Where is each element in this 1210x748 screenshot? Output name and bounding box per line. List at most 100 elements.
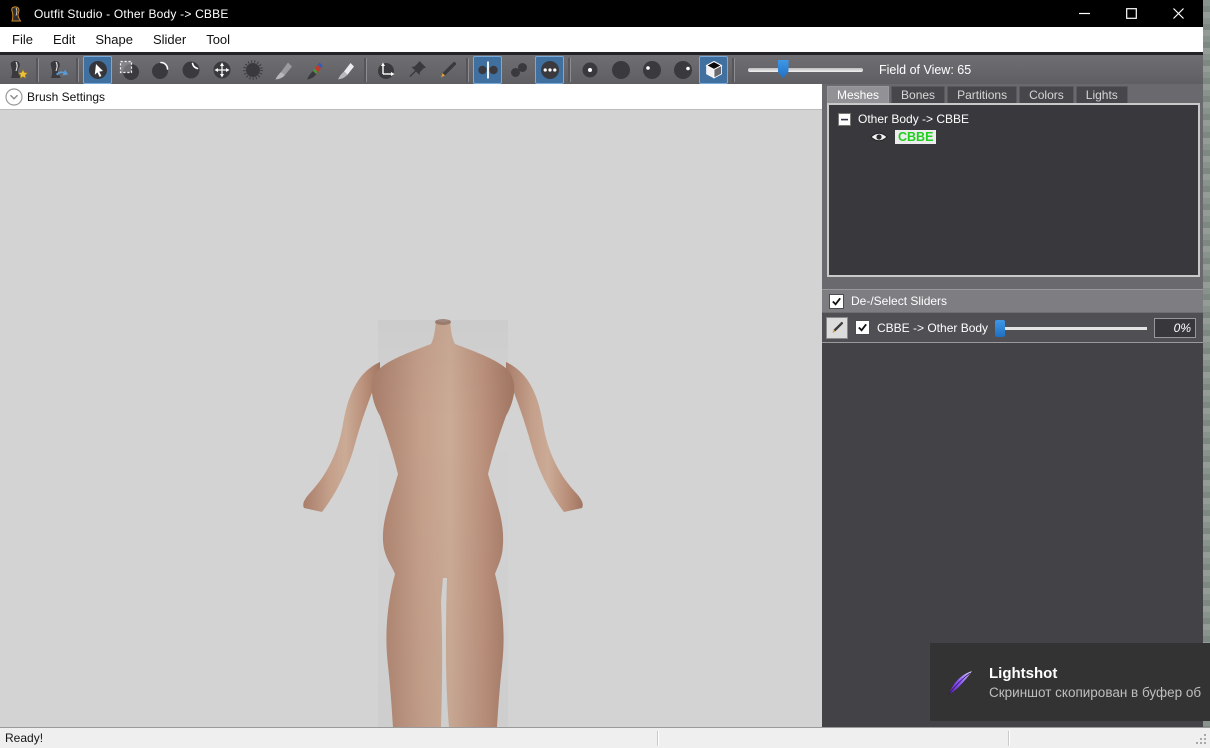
brush-offset-left-button[interactable]	[637, 56, 666, 84]
desktop-background-strip	[1203, 0, 1210, 727]
global-collision-icon	[539, 59, 561, 81]
slider-groove	[995, 327, 1147, 330]
perspective-toggle-button[interactable]	[699, 56, 728, 84]
edit-slider-button[interactable]	[826, 317, 848, 339]
tree-row-child[interactable]: CBBE	[870, 130, 1198, 144]
tree-child-label[interactable]: CBBE	[895, 130, 936, 144]
toolbar-separator	[466, 58, 469, 82]
brush-size-large-icon	[610, 59, 632, 81]
status-bar: Ready!	[0, 727, 1210, 748]
slider-name-label[interactable]: CBBE -> Other Body	[877, 321, 988, 335]
checkmark-icon	[831, 296, 842, 307]
global-collision-button[interactable]	[535, 56, 564, 84]
chevron-down-circle-icon[interactable]	[5, 88, 23, 106]
notification-message: Скриншот скопирован в буфер об	[989, 685, 1201, 700]
status-text: Ready!	[5, 731, 43, 745]
x-mirror-icon	[477, 59, 499, 81]
toolbar-separator	[568, 58, 571, 82]
deselect-sliders-checkbox[interactable]	[829, 294, 844, 309]
collapse-minus-icon[interactable]	[838, 113, 851, 126]
panel-gap	[822, 277, 1203, 289]
menu-shape[interactable]: Shape	[85, 27, 143, 52]
resize-grip[interactable]	[1195, 733, 1207, 745]
toolbar-separator	[36, 58, 39, 82]
tab-bones[interactable]: Bones	[891, 86, 945, 103]
body-mesh-render	[0, 110, 822, 727]
weight-brush-button[interactable]	[269, 56, 298, 84]
menu-file[interactable]: File	[2, 27, 43, 52]
new-project-button[interactable]	[3, 56, 32, 84]
window-title: Outfit Studio - Other Body -> CBBE	[34, 7, 229, 21]
menu-bar: FileEditShapeSliderTool	[0, 27, 1210, 52]
lightshot-notification[interactable]: Lightshot Скриншот скопирован в буфер об	[930, 643, 1210, 721]
right-panel: MeshesBonesPartitionsColorsLights Other …	[822, 84, 1203, 727]
connected-only-icon	[508, 59, 530, 81]
menu-slider[interactable]: Slider	[143, 27, 196, 52]
menu-tool[interactable]: Tool	[196, 27, 240, 52]
inflate-brush-button[interactable]	[145, 56, 174, 84]
brush-settings-header[interactable]: Brush Settings	[0, 84, 822, 110]
slider-value[interactable]: 0%	[1154, 318, 1196, 338]
connected-only-button[interactable]	[504, 56, 533, 84]
eye-visibility-icon[interactable]	[870, 131, 888, 143]
perspective-toggle-icon	[703, 59, 725, 81]
select-tool-icon	[87, 59, 109, 81]
load-project-icon	[47, 59, 69, 81]
vertex-edit-button[interactable]	[433, 56, 462, 84]
pivot-tool-button[interactable]	[402, 56, 431, 84]
pivot-tool-icon	[406, 59, 428, 81]
inflate-brush-icon	[149, 59, 171, 81]
pencil-icon	[830, 320, 845, 335]
slider-track[interactable]	[995, 319, 1147, 337]
smooth-brush-icon	[242, 59, 264, 81]
fov-group: Field of View: 65	[748, 60, 971, 80]
tab-lights[interactable]: Lights	[1076, 86, 1128, 103]
outfit-studio-window: Outfit Studio - Other Body -> CBBE FileE…	[0, 0, 1210, 748]
smooth-brush-button[interactable]	[238, 56, 267, 84]
slider-thumb[interactable]	[995, 320, 1005, 337]
fov-slider[interactable]	[748, 60, 863, 80]
fov-label: Field of View: 65	[879, 63, 971, 77]
brush-offset-right-button[interactable]	[668, 56, 697, 84]
mask-brush-icon	[118, 59, 140, 81]
meshes-tree: Other Body -> CBBE CBBE	[827, 103, 1200, 277]
tree-row-root[interactable]: Other Body -> CBBE	[829, 105, 1198, 126]
slider-checkbox[interactable]	[855, 320, 870, 335]
close-icon	[1173, 8, 1184, 19]
toolbar: Field of View: 65	[0, 52, 1210, 84]
brush-size-small-button[interactable]	[575, 56, 604, 84]
maximize-button[interactable]	[1108, 0, 1155, 27]
tab-meshes[interactable]: Meshes	[827, 86, 889, 103]
fov-slider-thumb[interactable]	[778, 60, 789, 79]
x-mirror-button[interactable]	[473, 56, 502, 84]
toolbar-separator	[732, 58, 735, 82]
tab-colors[interactable]: Colors	[1019, 86, 1074, 103]
load-project-button[interactable]	[43, 56, 72, 84]
menu-edit[interactable]: Edit	[43, 27, 85, 52]
transform-tool-button[interactable]	[371, 56, 400, 84]
maximize-icon	[1126, 8, 1137, 19]
move-brush-button[interactable]	[207, 56, 236, 84]
toolbar-separator	[76, 58, 79, 82]
window-controls	[1061, 0, 1202, 27]
brush-offset-right-icon	[672, 59, 694, 81]
viewport-3d[interactable]	[0, 110, 822, 727]
checkmark-icon	[857, 322, 868, 333]
deflate-brush-button[interactable]	[176, 56, 205, 84]
brush-offset-left-icon	[641, 59, 663, 81]
move-brush-icon	[211, 59, 233, 81]
alpha-brush-button[interactable]	[331, 56, 360, 84]
select-tool-button[interactable]	[83, 56, 112, 84]
app-icon	[9, 6, 25, 22]
color-brush-button[interactable]	[300, 56, 329, 84]
notification-text: Lightshot Скриншот скопирован в буфер об	[989, 665, 1201, 700]
minimize-button[interactable]	[1061, 0, 1108, 27]
close-button[interactable]	[1155, 0, 1202, 27]
mask-brush-button[interactable]	[114, 56, 143, 84]
brush-size-large-button[interactable]	[606, 56, 635, 84]
tab-partitions[interactable]: Partitions	[947, 86, 1017, 103]
tree-root-label[interactable]: Other Body -> CBBE	[858, 112, 969, 126]
toolbar-separator	[364, 58, 367, 82]
titlebar: Outfit Studio - Other Body -> CBBE	[0, 0, 1210, 27]
alpha-brush-icon	[335, 59, 357, 81]
